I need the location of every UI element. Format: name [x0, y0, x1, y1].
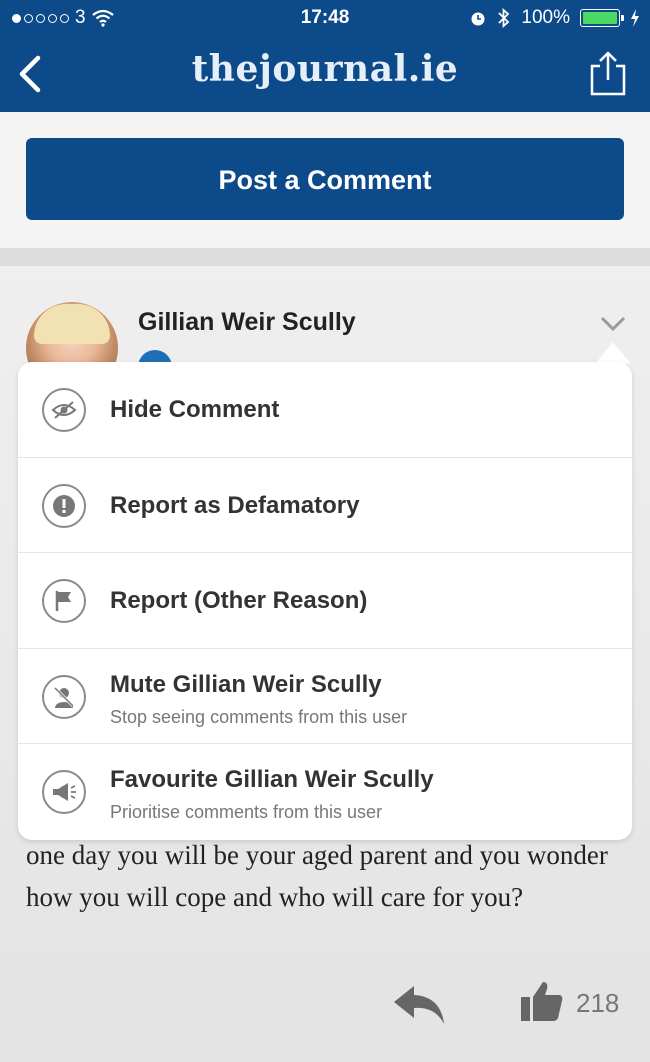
menu-item-sublabel: Prioritise comments from this user	[110, 802, 383, 823]
hide-eye-icon	[42, 388, 86, 432]
exclamation-icon	[42, 483, 86, 528]
menu-item-report-defamatory[interactable]: Report as Defamatory	[18, 458, 632, 554]
charging-icon	[631, 9, 639, 27]
battery-percent: 100%	[521, 7, 570, 28]
nav-bar: thejournal.ie	[0, 36, 650, 112]
thumbs-up-icon[interactable]	[520, 980, 564, 1022]
chevron-down-icon[interactable]	[598, 312, 628, 334]
mute-user-icon	[42, 674, 86, 719]
comment-text: one day you will be your aged parent and…	[26, 840, 608, 912]
menu-item-report-other[interactable]: Report (Other Reason)	[18, 553, 632, 649]
comment-options-menu: Hide Comment Report as Defamatory Report…	[18, 362, 632, 840]
alarm-icon	[471, 12, 485, 26]
battery-icon	[580, 9, 624, 27]
megaphone-icon	[42, 770, 86, 815]
menu-item-label: Mute Gillian Weir Scully	[110, 670, 382, 698]
menu-item-label: Favourite Gillian Weir Scully	[110, 766, 434, 794]
bluetooth-icon	[498, 8, 510, 28]
like-count: 218	[576, 988, 620, 1018]
post-comment-area: Post a Comment	[0, 112, 650, 248]
menu-item-favourite-user[interactable]: Favourite Gillian Weir Scully Prioritise…	[18, 744, 632, 840]
flag-icon	[42, 579, 86, 624]
reply-icon[interactable]	[392, 982, 446, 1026]
post-comment-button[interactable]: Post a Comment	[26, 138, 624, 220]
status-right: 100%	[469, 7, 640, 29]
menu-item-label: Report as Defamatory	[110, 491, 360, 519]
section-divider	[0, 248, 650, 266]
menu-item-hide-comment[interactable]: Hide Comment	[18, 362, 632, 458]
menu-item-mute-user[interactable]: Mute Gillian Weir Scully Stop seeing com…	[18, 649, 632, 745]
comment-author[interactable]: Gillian Weir Scully	[138, 308, 356, 337]
share-icon[interactable]	[588, 50, 628, 96]
menu-item-label: Hide Comment	[110, 396, 280, 423]
menu-item-sublabel: Stop seeing comments from this user	[110, 706, 408, 727]
site-logo: thejournal.ie	[191, 48, 459, 90]
menu-item-label: Report (Other Reason)	[110, 587, 368, 615]
menu-caret	[595, 342, 631, 364]
status-bar: 3 17:48 100%	[0, 0, 650, 36]
